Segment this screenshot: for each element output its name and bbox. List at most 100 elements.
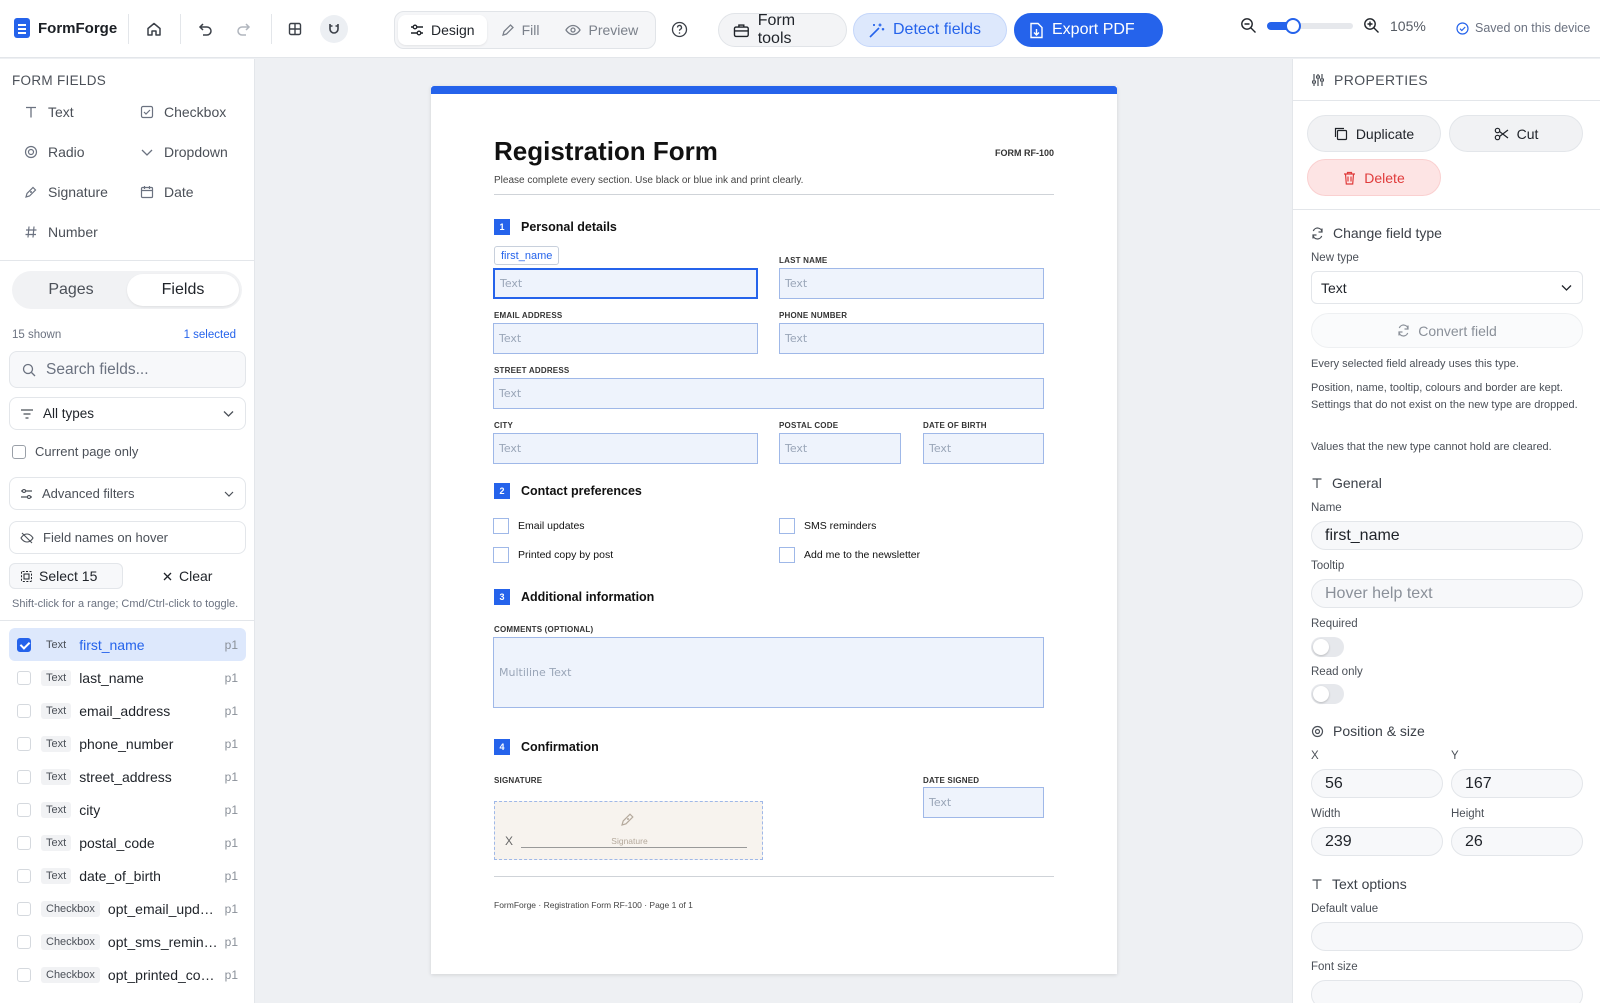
snap-magnet-button[interactable] xyxy=(320,15,348,43)
undo-button[interactable] xyxy=(191,15,219,43)
field-select-checkbox[interactable] xyxy=(17,769,31,784)
search-fields-input[interactable]: Search fields... xyxy=(9,351,246,388)
tool-date[interactable]: Date xyxy=(139,184,194,200)
field-select-checkbox[interactable] xyxy=(17,736,31,751)
field-comments[interactable]: Multiline Text xyxy=(493,637,1044,708)
field-list-item[interactable]: Text city p1 xyxy=(9,793,246,826)
checkbox-label: Printed copy by post xyxy=(518,549,614,561)
field-select-checkbox[interactable] xyxy=(17,967,31,982)
current-page-only-checkbox[interactable] xyxy=(12,444,26,459)
checkbox-printed-copy[interactable]: Printed copy by post xyxy=(493,547,613,563)
new-type-select[interactable]: Text xyxy=(1311,271,1583,304)
mode-preview[interactable]: Preview xyxy=(553,15,650,45)
cut-button[interactable]: Cut xyxy=(1449,115,1583,152)
field-list-item[interactable]: Text first_name p1 xyxy=(9,628,246,661)
tab-fields[interactable]: Fields xyxy=(127,274,239,306)
grid-button[interactable] xyxy=(281,15,309,43)
field-list-item[interactable]: Text street_address p1 xyxy=(9,760,246,793)
help-button[interactable] xyxy=(665,15,693,43)
duplicate-button[interactable]: Duplicate xyxy=(1307,115,1441,152)
tool-checkbox[interactable]: Checkbox xyxy=(139,104,226,120)
tool-signature[interactable]: Signature xyxy=(23,184,108,200)
field-select-checkbox[interactable] xyxy=(17,637,31,652)
current-page-only-toggle[interactable]: Current page only xyxy=(12,444,138,459)
redo-button[interactable] xyxy=(230,15,258,43)
zoom-slider[interactable] xyxy=(1267,17,1353,34)
checkbox-box[interactable] xyxy=(779,518,795,534)
mode-fill[interactable]: Fill xyxy=(489,15,552,45)
field-date-signed[interactable]: Text xyxy=(923,787,1044,818)
convert-field-button[interactable]: Convert field xyxy=(1311,313,1583,348)
fields-selected-count[interactable]: 1 selected xyxy=(184,329,236,341)
app-logo[interactable]: FormForge xyxy=(14,18,117,38)
field-select-checkbox[interactable] xyxy=(17,670,31,685)
properties-title: PROPERTIES xyxy=(1334,72,1428,88)
checkbox-email-updates[interactable]: Email updates xyxy=(493,518,585,534)
field-name: last_name xyxy=(79,669,144,686)
field-select-checkbox[interactable] xyxy=(17,934,31,949)
field-select-checkbox[interactable] xyxy=(17,901,31,916)
font-size-input[interactable] xyxy=(1311,980,1583,1003)
tool-number[interactable]: Number xyxy=(23,224,98,240)
tool-radio[interactable]: Radio xyxy=(23,144,85,160)
checkbox-sms-reminders[interactable]: SMS reminders xyxy=(779,518,876,534)
field-list-item[interactable]: Checkbox opt_printed_co… p1 xyxy=(9,958,246,991)
delete-button[interactable]: Delete xyxy=(1307,159,1441,196)
zoom-in-icon[interactable] xyxy=(1363,17,1380,34)
name-input[interactable]: first_name xyxy=(1311,521,1583,550)
field-list-item[interactable]: Text phone_number p1 xyxy=(9,727,246,760)
checkbox-newsletter[interactable]: Add me to the newsletter xyxy=(779,547,920,563)
field-list-item[interactable]: Checkbox opt_sms_remin… p1 xyxy=(9,925,246,958)
field-select-checkbox[interactable] xyxy=(17,835,31,850)
field-select-checkbox[interactable] xyxy=(17,868,31,883)
field-select-checkbox[interactable] xyxy=(17,802,31,817)
x-input[interactable]: 56 xyxy=(1311,769,1443,798)
checkbox-box[interactable] xyxy=(493,518,509,534)
field-list-item[interactable]: Text email_address p1 xyxy=(9,694,246,727)
scissors-icon xyxy=(1494,127,1508,140)
checkbox-box[interactable] xyxy=(779,547,795,563)
check-circle-icon xyxy=(1456,21,1469,35)
clear-selection-button[interactable]: Clear xyxy=(152,563,222,589)
mode-design[interactable]: Design xyxy=(398,15,487,45)
advanced-filters-toggle[interactable]: Advanced filters xyxy=(9,477,246,510)
home-button[interactable] xyxy=(140,15,168,43)
zoom-knob[interactable] xyxy=(1284,17,1301,34)
tooltip-input[interactable]: Hover help text xyxy=(1311,579,1583,608)
field-date-of-birth[interactable]: Text xyxy=(923,433,1044,464)
checkbox-box[interactable] xyxy=(493,547,509,563)
tab-pages[interactable]: Pages xyxy=(15,274,127,306)
field-list-item[interactable]: Text date_of_birth p1 xyxy=(9,859,246,892)
field-names-on-hover-toggle[interactable]: Field names on hover xyxy=(9,521,246,554)
field-select-checkbox[interactable] xyxy=(17,703,31,718)
field-first-name[interactable]: Text xyxy=(493,268,758,299)
field-street-address[interactable]: Text xyxy=(493,378,1044,409)
read-only-toggle[interactable] xyxy=(1311,684,1344,704)
field-city[interactable]: Text xyxy=(493,433,758,464)
required-toggle[interactable] xyxy=(1311,637,1344,657)
export-pdf-button[interactable]: Export PDF xyxy=(1014,13,1163,47)
field-phone-number[interactable]: Text xyxy=(779,323,1044,354)
field-list-item[interactable]: Checkbox opt_email_upd… p1 xyxy=(9,892,246,925)
tool-dropdown[interactable]: Dropdown xyxy=(139,144,228,160)
field-email-address[interactable]: Text xyxy=(493,323,758,354)
clear-label: Clear xyxy=(179,568,213,584)
default-value-input[interactable] xyxy=(1311,922,1583,951)
form-tools-button[interactable]: Form tools xyxy=(718,12,847,47)
field-postal-code[interactable]: Text xyxy=(779,433,901,464)
tool-label: Text xyxy=(48,104,74,120)
height-input[interactable]: 26 xyxy=(1451,827,1583,856)
select-all-button[interactable]: Select 15 xyxy=(9,563,123,589)
type-filter-select[interactable]: All types xyxy=(9,397,246,430)
field-signature[interactable]: X Signature xyxy=(494,801,763,860)
detect-fields-button[interactable]: Detect fields xyxy=(853,13,1007,47)
y-input[interactable]: 167 xyxy=(1451,769,1583,798)
font-size-label: Font size xyxy=(1311,961,1358,973)
field-list-item[interactable]: Text last_name p1 xyxy=(9,661,246,694)
field-list-item[interactable]: Text postal_code p1 xyxy=(9,826,246,859)
tool-text[interactable]: Text xyxy=(23,104,74,120)
text-options-header: Text options xyxy=(1311,876,1407,892)
width-input[interactable]: 239 xyxy=(1311,827,1443,856)
field-last-name[interactable]: Text xyxy=(779,268,1044,299)
zoom-out-icon[interactable] xyxy=(1240,17,1257,34)
